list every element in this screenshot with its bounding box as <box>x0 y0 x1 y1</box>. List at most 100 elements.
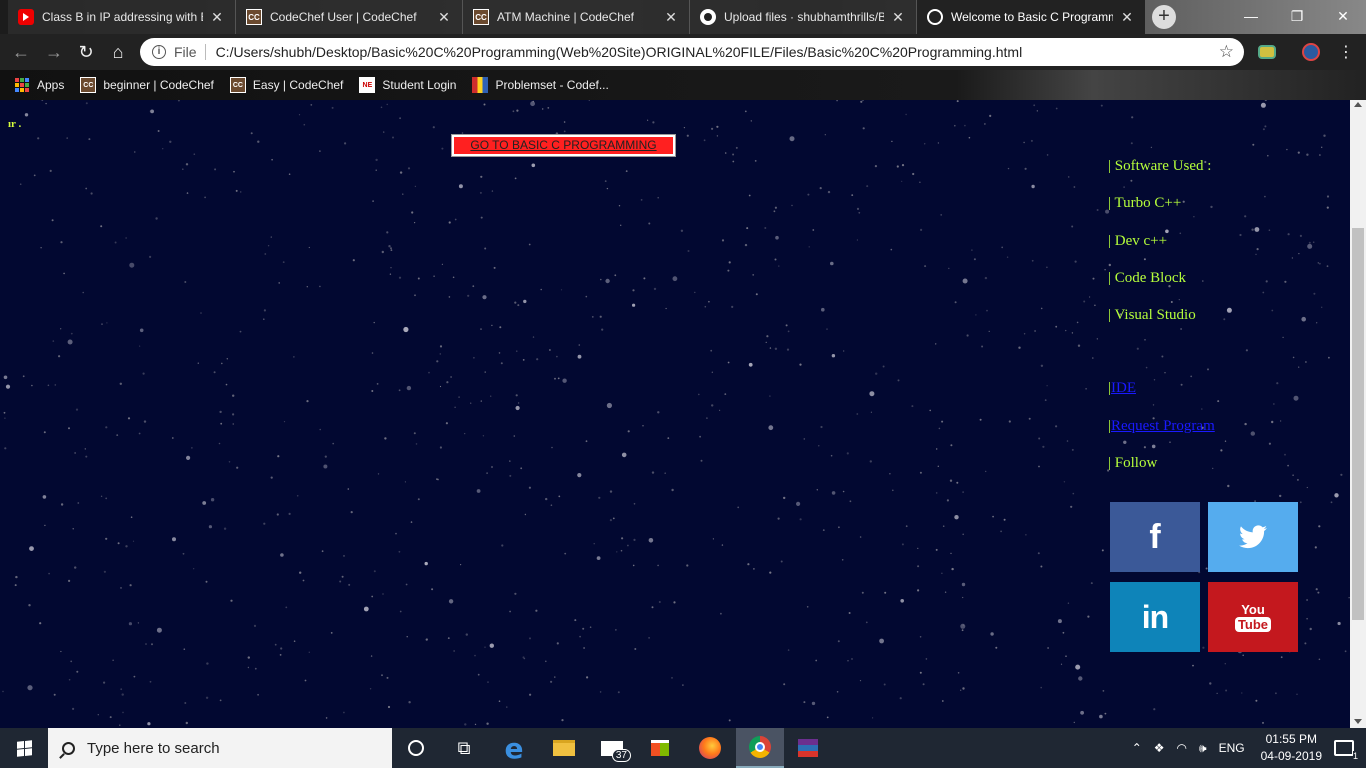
software-item: | Dev c++ <box>1108 233 1168 249</box>
chrome-icon <box>749 736 771 758</box>
request-program-link[interactable]: Request Program <box>1111 418 1215 434</box>
tab-strip: Class B in IP addressing with E ✕ CC Cod… <box>0 0 1366 34</box>
codechef-icon: CC <box>229 77 246 93</box>
software-item: | Code Block <box>1108 270 1187 286</box>
extension-icon[interactable] <box>1258 45 1276 59</box>
tab-title: Upload files · shubhamthrills/B <box>724 10 884 24</box>
tab-class-b[interactable]: Class B in IP addressing with E ✕ <box>8 0 236 34</box>
folder-icon <box>553 740 575 756</box>
close-icon[interactable]: ✕ <box>663 9 679 26</box>
firefox-button[interactable] <box>686 728 734 768</box>
github-icon <box>700 9 716 25</box>
close-icon[interactable]: ✕ <box>890 9 906 26</box>
dropbox-icon[interactable]: ❖ <box>1154 741 1165 755</box>
home-button[interactable]: ⌂ <box>106 40 130 64</box>
bookmark-student-login[interactable]: NE Student Login <box>359 77 456 93</box>
facebook-button[interactable]: f <box>1110 502 1200 572</box>
notification-count: 1 <box>1352 751 1358 761</box>
close-icon[interactable]: ✕ <box>1119 9 1135 26</box>
software-heading: | Software Used : <box>1108 158 1212 174</box>
follow-label: | Follow <box>1108 455 1158 471</box>
sidebar-link-ide: |IDE <box>1108 380 1137 396</box>
go-to-basic-c-button[interactable]: GO TO BASIC C PROGRAMMING <box>451 134 676 157</box>
bookmark-label: Easy | CodeChef <box>252 78 344 92</box>
tab-atm-machine[interactable]: CC ATM Machine | CodeChef ✕ <box>463 0 690 34</box>
linkedin-icon: in <box>1141 598 1169 635</box>
clock[interactable]: 01:55 PM 04-09-2019 <box>1261 731 1322 765</box>
bookmarks-bar: Apps CC beginner | CodeChef CC Easy | Co… <box>0 70 1366 100</box>
profile-avatar[interactable] <box>1302 43 1320 61</box>
tab-upload-files[interactable]: Upload files · shubhamthrills/B ✕ <box>690 0 917 34</box>
bookmark-apps[interactable]: Apps <box>14 77 64 93</box>
minimize-button[interactable]: — <box>1228 0 1274 32</box>
clock-date: 04-09-2019 <box>1260 749 1322 763</box>
tab-codechef-user[interactable]: CC CodeChef User | CodeChef ✕ <box>236 0 463 34</box>
linkedin-button[interactable]: in <box>1110 582 1200 652</box>
codechef-icon: CC <box>80 77 97 93</box>
twitter-button[interactable] <box>1208 502 1298 572</box>
search-icon <box>62 741 75 755</box>
clock-time: 01:55 PM <box>1265 732 1317 746</box>
firefox-icon <box>699 737 721 759</box>
system-tray: ⌃ ❖ ◠ 🕪 ENG 01:55 PM 04-09-2019 1 <box>1126 728 1366 768</box>
codechef-icon: CC <box>246 9 262 25</box>
page-viewport: ır . GO TO BASIC C PROGRAMMING | Softwar… <box>0 100 1350 728</box>
tab-title: Class B in IP addressing with E <box>42 10 203 24</box>
codeforces-icon <box>472 77 489 93</box>
youtube-icon: You Tube <box>1234 603 1272 632</box>
volume-icon[interactable]: 🕪 <box>1199 741 1207 756</box>
new-tab-button[interactable]: + <box>1152 5 1176 29</box>
wifi-icon[interactable]: ◠ <box>1177 741 1187 755</box>
taskbar-search-input[interactable]: Type here to search <box>48 728 392 768</box>
scroll-up-arrow-icon[interactable] <box>1354 102 1362 107</box>
address-bar[interactable]: i File C:/Users/shubh/Desktop/Basic%20C%… <box>140 38 1244 66</box>
cortana-icon <box>408 740 424 756</box>
page-scrollbar[interactable] <box>1350 100 1366 728</box>
forward-button[interactable]: → <box>42 40 66 64</box>
software-item: | Visual Studio <box>1108 307 1196 323</box>
notification-center-button[interactable]: 1 <box>1334 740 1358 761</box>
ide-link[interactable]: IDE <box>1111 380 1136 396</box>
tab-title: Welcome to Basic C Programm <box>951 10 1113 24</box>
winrar-button[interactable] <box>784 728 832 768</box>
menu-icon[interactable]: ⋮ <box>1338 42 1354 62</box>
apps-grid-icon <box>14 77 30 93</box>
scroll-thumb[interactable] <box>1352 228 1364 620</box>
bookmark-label: Student Login <box>382 78 457 92</box>
codechef-icon: CC <box>473 9 489 25</box>
edge-button[interactable]: e <box>490 728 538 768</box>
windows-logo-icon <box>16 739 32 757</box>
tab-welcome-basic-c[interactable]: Welcome to Basic C Programm ✕ <box>917 0 1145 34</box>
bookmark-beginner-codechef[interactable]: CC beginner | CodeChef <box>80 77 214 93</box>
task-view-icon: ⧉ <box>457 737 471 758</box>
info-icon[interactable]: i <box>152 45 166 59</box>
task-view-button[interactable]: ⧉ <box>440 728 488 768</box>
close-icon[interactable]: ✕ <box>436 9 452 26</box>
back-button[interactable]: ← <box>9 40 33 64</box>
facebook-icon: f <box>1149 517 1161 556</box>
windows-taskbar: Type here to search ⧉ e 37 ⌃ ❖ ◠ 🕪 ENG 0… <box>0 728 1366 768</box>
youtube-button[interactable]: You Tube <box>1208 582 1298 652</box>
globe-icon <box>927 9 943 25</box>
store-button[interactable] <box>636 728 684 768</box>
scroll-down-arrow-icon[interactable] <box>1354 719 1362 724</box>
restore-button[interactable]: ❐ <box>1274 0 1320 32</box>
cortana-button[interactable] <box>392 728 440 768</box>
page-text-fragment: ır . <box>8 118 22 130</box>
chrome-button[interactable] <box>736 728 784 768</box>
bookmark-label: Apps <box>37 78 65 92</box>
url-text[interactable]: C:/Users/shubh/Desktop/Basic%20C%20Progr… <box>216 44 1023 60</box>
close-window-button[interactable]: ✕ <box>1320 0 1366 32</box>
file-explorer-button[interactable] <box>540 728 588 768</box>
mail-button[interactable]: 37 <box>588 728 636 768</box>
reload-button[interactable]: ↻ <box>74 40 98 64</box>
language-indicator[interactable]: ENG <box>1219 741 1245 755</box>
twitter-icon <box>1239 525 1267 549</box>
browser-toolbar: ← → ↻ ⌂ i File C:/Users/shubh/Desktop/Ba… <box>0 34 1366 70</box>
bookmark-star-icon[interactable]: ☆ <box>1219 42 1234 62</box>
start-button[interactable] <box>0 728 48 768</box>
chevron-up-icon[interactable]: ⌃ <box>1132 741 1142 755</box>
bookmark-problemset-codeforces[interactable]: Problemset - Codef... <box>472 77 609 93</box>
close-icon[interactable]: ✕ <box>209 9 225 26</box>
bookmark-easy-codechef[interactable]: CC Easy | CodeChef <box>229 77 344 93</box>
